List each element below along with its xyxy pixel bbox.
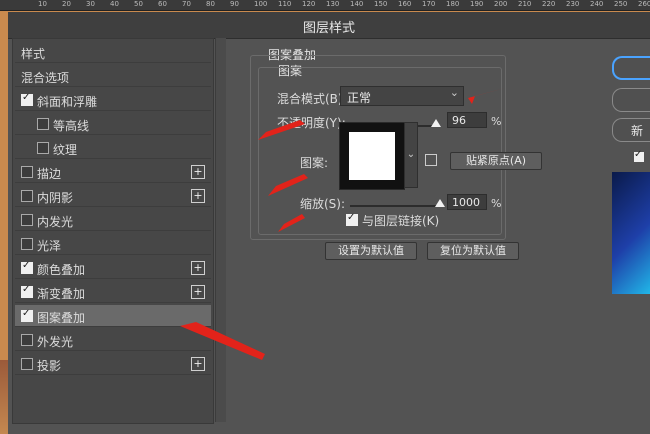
red-arrow [468, 88, 505, 104]
red-arrow [278, 214, 305, 232]
red-arrow [268, 174, 308, 196]
red-arrow [180, 322, 265, 360]
annotation-arrows [180, 88, 505, 360]
red-arrow [258, 120, 305, 140]
